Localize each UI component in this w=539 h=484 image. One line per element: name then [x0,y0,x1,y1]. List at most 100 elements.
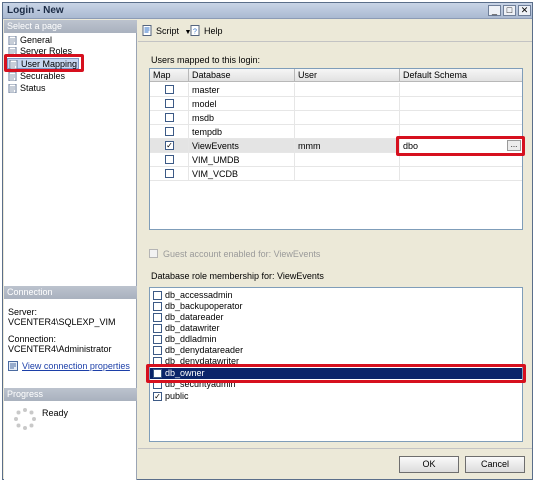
page-label: Securables [20,71,66,81]
highlight-default-schema [396,136,525,156]
view-connection-properties-text: View connection properties [22,361,130,371]
list-item[interactable]: db_datawriter [150,323,522,334]
role-label: public [165,391,189,401]
table-row[interactable]: model [150,97,522,111]
map-checkbox[interactable] [165,99,174,108]
connection-header: Connection [4,286,137,299]
role-label: db_datareader [165,312,224,322]
map-cell [150,153,189,167]
server-label: Server: [8,307,38,317]
database-cell: VIM_VCDB [189,167,295,181]
minimize-button[interactable]: _ [488,5,501,16]
role-checkbox[interactable] [153,302,162,311]
guest-checkbox-box [149,249,158,258]
role-label: db_accessadmin [165,290,233,300]
role-label: db_backupoperator [165,301,243,311]
map-checkbox[interactable] [165,127,174,136]
database-cell: msdb [189,111,295,125]
map-checkbox[interactable] [165,155,174,164]
map-cell [150,83,189,97]
role-label: db_denydatareader [165,345,244,355]
list-item[interactable]: db_backupoperator [150,301,522,312]
table-row[interactable]: msdb [150,111,522,125]
users-mapped-label: Users mapped to this login: [151,55,261,65]
list-item[interactable]: db_ddladmin [150,334,522,345]
button-separator [138,448,532,449]
map-checkbox[interactable] [165,169,174,178]
column-header-user[interactable]: User [295,69,400,82]
user-cell[interactable] [295,167,400,181]
role-label: db_datawriter [165,323,220,333]
role-checkbox[interactable] [153,324,162,333]
database-cell: master [189,83,295,97]
role-checkbox[interactable] [153,346,162,355]
list-item[interactable]: db_datareader [150,312,522,323]
database-cell: model [189,97,295,111]
schema-cell[interactable] [400,111,522,125]
highlight-user-mapping [4,54,84,72]
map-cell [150,167,189,181]
database-cell: tempdb [189,125,295,139]
view-connection-properties-link[interactable]: View connection properties [8,361,130,371]
ok-button[interactable]: OK [399,456,459,473]
guest-account-checkbox: Guest account enabled for: ViewEvents [149,249,320,259]
role-checkbox-checked[interactable]: ✓ [153,392,162,401]
role-checkbox[interactable] [153,335,162,344]
database-cell: ViewEvents [189,139,295,153]
close-button[interactable]: ✕ [518,5,531,16]
list-item[interactable]: db_accessadmin [150,290,522,301]
page-status[interactable]: Status [7,83,46,94]
select-page-header: Select a page [4,20,137,33]
progress-status: Ready [42,408,69,418]
column-header-database[interactable]: Database [189,69,295,82]
script-label: Script [156,26,180,36]
schema-cell[interactable] [400,83,522,97]
role-checkbox[interactable] [153,313,162,322]
progress-header: Progress [4,388,137,401]
user-cell[interactable]: mmm [295,139,400,153]
script-icon [142,25,152,36]
connection-value: VCENTER4\Administrator [8,344,112,354]
title-bar[interactable]: Login - New _ □ ✕ [3,3,532,19]
user-cell[interactable] [295,83,400,97]
page-securables[interactable]: Securables [7,71,65,82]
list-item[interactable]: db_denydatareader [150,345,522,356]
map-checkbox[interactable] [165,113,174,122]
database-cell: VIM_UMDB [189,153,295,167]
column-header-default-schema[interactable]: Default Schema [400,69,522,82]
page-icon [8,72,17,81]
svg-text:?: ? [193,29,197,36]
schema-cell[interactable] [400,97,522,111]
user-cell[interactable] [295,97,400,111]
role-label: db_ddladmin [165,334,217,344]
progress-spinner-icon [14,408,36,430]
highlight-db-owner [146,364,526,383]
list-item[interactable]: ✓ public [150,391,522,402]
cancel-button[interactable]: Cancel [465,456,525,473]
page-label: General [20,35,53,45]
window-title: Login - New [7,5,64,16]
server-value: VCENTER4\SQLEXP_VIM [8,317,116,327]
page-icon [8,36,17,45]
user-cell[interactable] [295,125,400,139]
table-row[interactable]: master [150,83,522,97]
user-cell[interactable] [295,153,400,167]
guest-account-label: Guest account enabled for: ViewEvents [163,249,321,259]
page-general[interactable]: General [7,35,52,46]
column-header-map[interactable]: Map [150,69,189,82]
script-button[interactable]: Script ▼ [142,24,191,38]
map-checkbox-checked[interactable]: ✓ [165,141,174,150]
properties-icon [8,361,18,371]
map-cell [150,97,189,111]
maximize-button[interactable]: □ [503,5,516,16]
page-icon [8,84,17,93]
help-button[interactable]: ? Help [190,24,223,38]
table-row[interactable]: VIM_VCDB [150,167,522,181]
connection-label: Connection: [8,334,57,344]
toolbar: Script ▼ ? Help [138,20,532,42]
role-checkbox[interactable] [153,291,162,300]
user-cell[interactable] [295,111,400,125]
login-dialog: Login - New _ □ ✕ Select a page General … [2,2,533,480]
schema-cell[interactable] [400,167,522,181]
map-checkbox[interactable] [165,85,174,94]
